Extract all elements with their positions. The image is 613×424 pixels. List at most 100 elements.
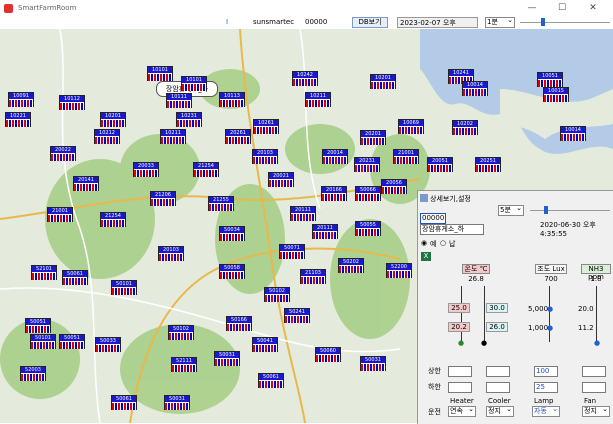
marker[interactable]: 10242	[292, 71, 318, 86]
marker[interactable]: 50055	[355, 221, 381, 236]
marker[interactable]: 50058	[219, 264, 245, 279]
cooler-upper-input[interactable]	[486, 366, 510, 377]
marker[interactable]: 52111	[171, 357, 197, 372]
marker[interactable]: 21254	[193, 162, 219, 177]
marker[interactable]: 50101	[111, 280, 137, 295]
panel-slider-thumb[interactable]	[544, 206, 548, 214]
marker[interactable]: 20261	[225, 129, 251, 144]
marker[interactable]: 50031	[360, 356, 386, 371]
marker[interactable]: 20051	[427, 157, 453, 172]
timeline-slider-thumb[interactable]	[541, 18, 545, 26]
marker[interactable]: 50101	[30, 334, 56, 349]
marker[interactable]: 50241	[284, 308, 310, 323]
marker[interactable]: 21001	[47, 207, 73, 222]
temp-low-set[interactable]: 26.0	[486, 322, 508, 332]
fan-mode-select[interactable]: 정지	[582, 405, 610, 417]
marker[interactable]: 50031	[214, 351, 240, 366]
cooler-mode-select[interactable]: 정지	[486, 405, 514, 417]
marker[interactable]: 10113	[219, 92, 245, 107]
marker[interactable]: 52101	[31, 265, 57, 280]
temp-high-set[interactable]: 30.0	[486, 303, 508, 313]
marker[interactable]: 21206	[150, 191, 176, 206]
marker[interactable]: 10202	[452, 120, 478, 135]
marker[interactable]: 20021	[268, 172, 294, 187]
marker[interactable]: 20022	[50, 146, 76, 161]
marker[interactable]: 50041	[252, 337, 278, 352]
marker[interactable]: 10221	[5, 112, 31, 127]
excel-export-icon[interactable]: X	[421, 252, 431, 261]
marker[interactable]: 20103	[252, 149, 278, 164]
marker[interactable]: 20141	[73, 176, 99, 191]
close-button[interactable]: ✕	[580, 1, 606, 15]
heater-mode-select[interactable]: 연속	[448, 405, 476, 417]
marker[interactable]: 50202	[338, 258, 364, 273]
panel-location-field[interactable]: 장암휴게소_하	[420, 224, 484, 235]
marker[interactable]: 21103	[300, 269, 326, 284]
marker[interactable]: 50061	[111, 395, 137, 410]
marker[interactable]: 20033	[133, 162, 159, 177]
marker[interactable]: 52003	[20, 366, 46, 381]
marker[interactable]: 52200	[386, 263, 412, 278]
marker[interactable]: 20103	[158, 246, 184, 261]
marker[interactable]: 21255	[208, 196, 234, 211]
marker[interactable]: 10201	[370, 74, 396, 89]
marker[interactable]: 10111	[166, 93, 192, 108]
marker[interactable]: 10211	[305, 92, 331, 107]
cooler-lower-input[interactable]	[486, 382, 510, 393]
marker[interactable]: 20231	[354, 157, 380, 172]
maximize-button[interactable]: ☐	[549, 1, 575, 15]
marker[interactable]: 50102	[264, 287, 290, 302]
marker[interactable]: 10014	[462, 81, 488, 96]
lamp-lower-input[interactable]: 25	[534, 382, 558, 393]
marker[interactable]: 20166	[321, 186, 347, 201]
marker[interactable]: 10261	[253, 119, 279, 134]
marker[interactable]: 10212	[94, 129, 120, 144]
marker[interactable]: 21254	[100, 212, 126, 227]
marker[interactable]: 20201	[360, 130, 386, 145]
marker[interactable]: 20014	[322, 149, 348, 164]
radio-no-icon[interactable]: ○	[440, 239, 446, 247]
radio-yes-icon[interactable]: ◉	[421, 239, 427, 247]
lamp-mode-select[interactable]: 자동	[532, 405, 560, 417]
marker[interactable]: 50051	[25, 318, 51, 333]
marker[interactable]: 50166	[226, 316, 252, 331]
interval-select[interactable]: 1분	[485, 16, 515, 28]
marker[interactable]: 50033	[95, 337, 121, 352]
marker[interactable]: 10112	[59, 95, 85, 110]
marker[interactable]: 50071	[279, 244, 305, 259]
fan-upper-input[interactable]	[582, 366, 606, 377]
marker[interactable]: 50061	[258, 373, 284, 388]
panel-slider-track[interactable]	[530, 210, 610, 211]
fan-lower-input[interactable]	[582, 382, 606, 393]
panel-interval-select[interactable]: 5분	[498, 204, 524, 216]
marker[interactable]: 10101	[181, 76, 207, 91]
db-view-button[interactable]: DB보기	[352, 17, 388, 28]
marker[interactable]: 10211	[160, 129, 186, 144]
minimize-button[interactable]: —	[519, 1, 545, 15]
lamp-upper-input[interactable]: 100	[534, 366, 558, 377]
marker[interactable]: 10201	[100, 112, 126, 127]
marker[interactable]: 10231	[176, 112, 202, 127]
marker[interactable]: 50060	[315, 347, 341, 362]
marker[interactable]: 50051	[59, 334, 85, 349]
marker[interactable]: 50061	[62, 270, 88, 285]
marker[interactable]: 10051	[537, 72, 563, 87]
marker[interactable]: 50102	[168, 325, 194, 340]
marker[interactable]: 10091	[8, 92, 34, 107]
marker[interactable]: 50031	[164, 395, 190, 410]
panel-code-field[interactable]: 00000	[420, 213, 446, 224]
marker[interactable]: 10015	[543, 87, 569, 102]
marker[interactable]: 20111	[312, 224, 338, 239]
marker[interactable]: 50034	[219, 226, 245, 241]
heater-upper-input[interactable]	[448, 366, 472, 377]
marker[interactable]: 10014	[560, 126, 586, 141]
heater-lower-input[interactable]	[448, 382, 472, 393]
marker[interactable]: 50066	[355, 186, 381, 201]
marker[interactable]: 20111	[290, 206, 316, 221]
marker[interactable]: 10069	[398, 119, 424, 134]
timeline-slider-track[interactable]	[520, 22, 610, 23]
marker[interactable]: 20056	[381, 179, 407, 194]
marker[interactable]: 20251	[475, 157, 501, 172]
marker[interactable]: 10101	[147, 66, 173, 81]
marker[interactable]: 21001	[393, 149, 419, 164]
